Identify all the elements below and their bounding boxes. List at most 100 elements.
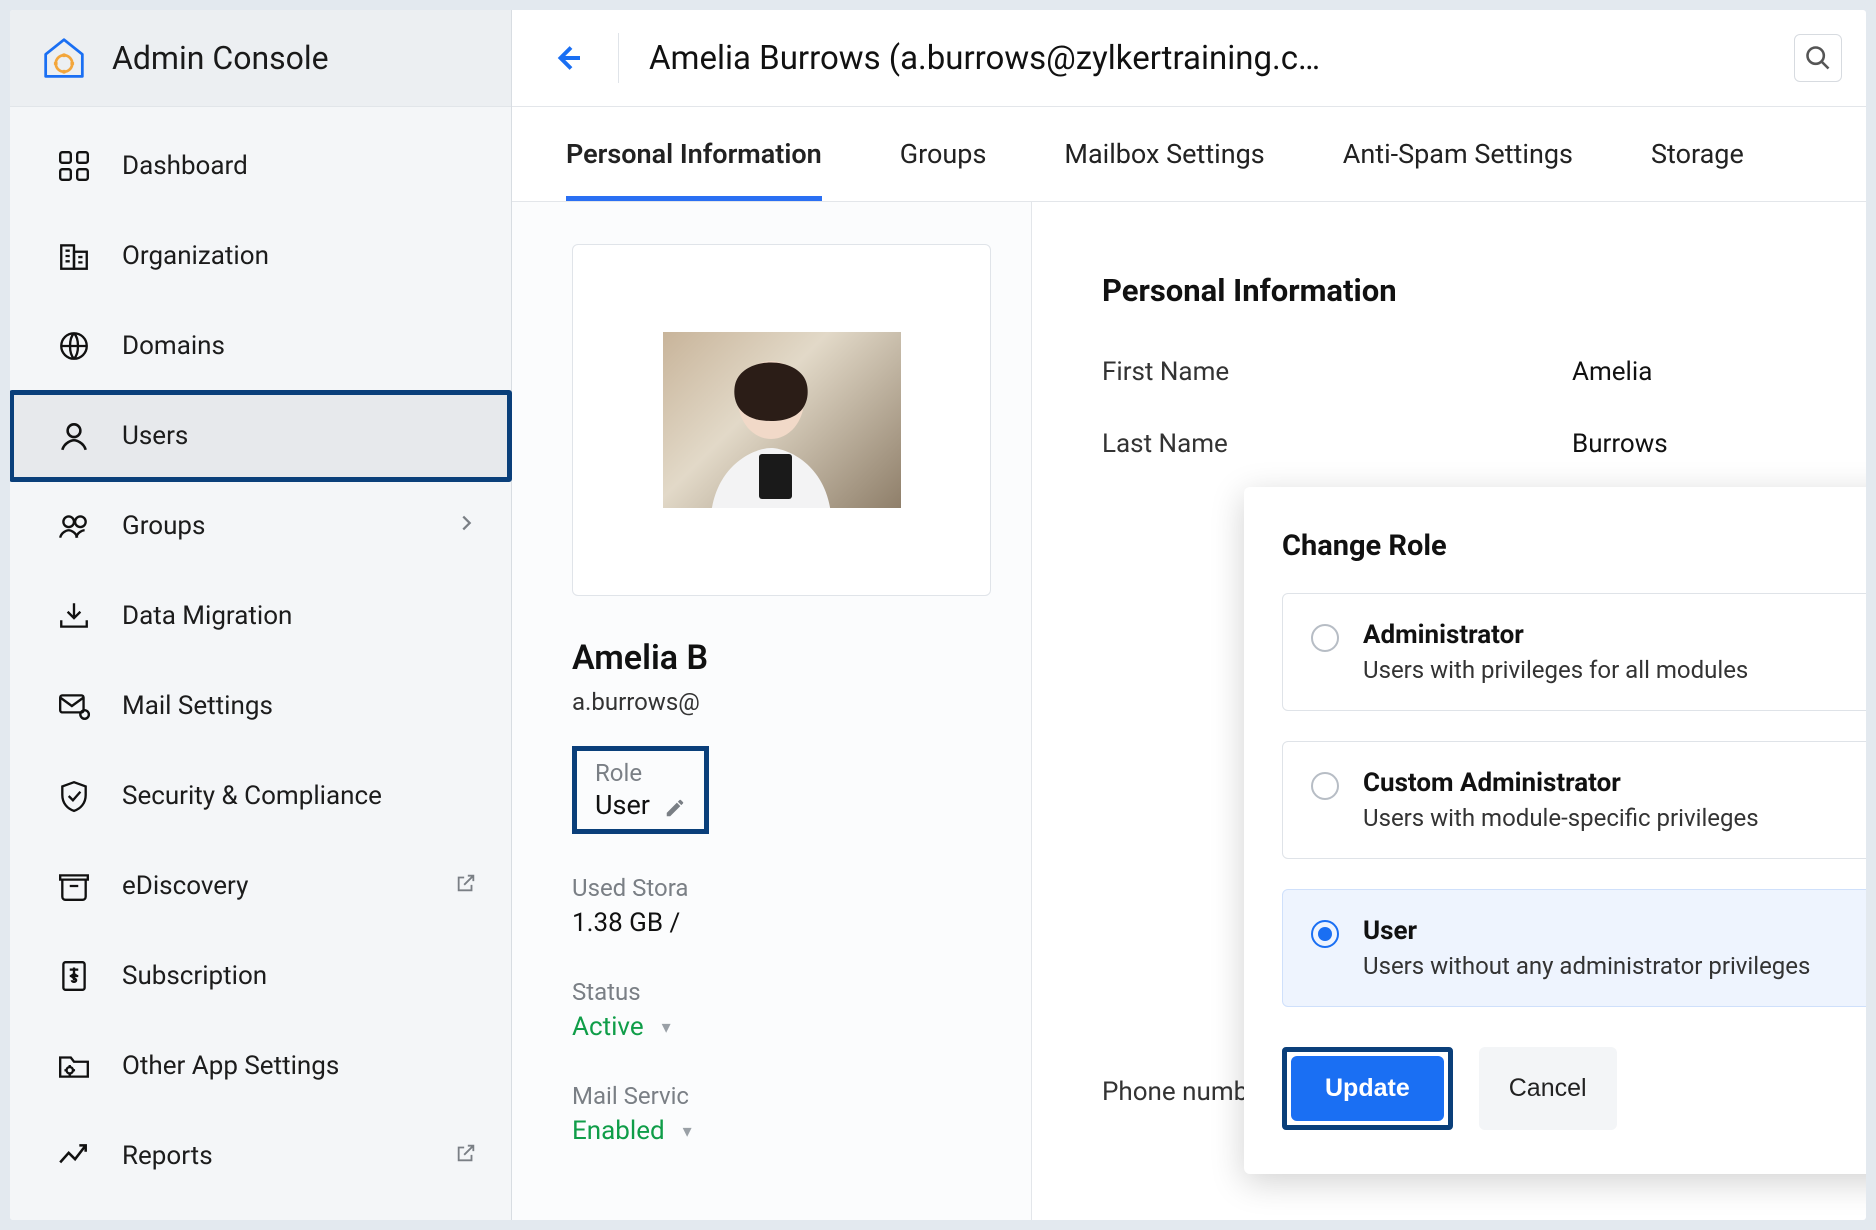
sidebar-item-domains[interactable]: Domains [10, 301, 511, 391]
sidebar-item-label: Reports [122, 1141, 213, 1171]
first-name-label: First Name [1102, 357, 1572, 387]
sidebar-nav: Dashboard Organization Domains [10, 107, 511, 1201]
trend-icon [54, 1136, 94, 1176]
mail-service-label: Mail Servic [572, 1082, 991, 1110]
app-logo-icon [42, 36, 86, 80]
tab-personal-information[interactable]: Personal Information [566, 138, 822, 201]
radio-icon [1311, 920, 1339, 948]
option-title: User [1363, 916, 1810, 946]
sidebar-item-users[interactable]: Users [10, 391, 511, 481]
status-block: Status Active ▾ [572, 978, 991, 1042]
open-external-icon [455, 871, 477, 901]
sidebar-item-label: Dashboard [122, 151, 248, 181]
option-desc: Users with privileges for all modules [1363, 656, 1748, 684]
sidebar-item-label: eDiscovery [122, 871, 248, 901]
download-tray-icon [54, 596, 94, 636]
section-title: Personal Information [1102, 272, 1826, 309]
radio-icon [1311, 772, 1339, 800]
mail-service-value-text: Enabled [572, 1116, 665, 1146]
topbar: Amelia Burrows (a.burrows@zylkertraining… [512, 10, 1866, 107]
role-option-user[interactable]: User Users without any administrator pri… [1282, 889, 1866, 1007]
status-value[interactable]: Active ▾ [572, 1012, 991, 1042]
used-storage-block: Used Stora 1.38 GB / [572, 874, 991, 938]
back-button[interactable] [548, 38, 588, 78]
sidebar-item-label: Users [122, 421, 188, 451]
globe-icon [54, 326, 94, 366]
sidebar-item-label: Data Migration [122, 601, 292, 631]
radio-icon [1311, 624, 1339, 652]
search-button[interactable] [1794, 34, 1842, 82]
sidebar-item-ediscovery[interactable]: eDiscovery [10, 841, 511, 931]
first-name-value: Amelia [1572, 357, 1652, 387]
option-desc: Users without any administrator privileg… [1363, 952, 1810, 980]
sidebar-item-label: Subscription [122, 961, 267, 991]
brand-row: Admin Console [10, 10, 511, 107]
tab-mailbox-settings[interactable]: Mailbox Settings [1064, 138, 1264, 201]
sidebar-item-label: Domains [122, 331, 225, 361]
used-storage-value: 1.38 GB / [572, 908, 991, 938]
sidebar-item-data-migration[interactable]: Data Migration [10, 571, 511, 661]
tab-groups[interactable]: Groups [900, 138, 987, 201]
sidebar-item-label: Security & Compliance [122, 781, 382, 811]
open-external-icon [455, 1141, 477, 1171]
role-block[interactable]: Role User [572, 746, 709, 834]
invoice-icon [54, 956, 94, 996]
main-area: Amelia Burrows (a.burrows@zylkertraining… [512, 10, 1866, 1220]
tabs: Personal Information Groups Mailbox Sett… [512, 107, 1866, 202]
status-value-text: Active [572, 1012, 644, 1042]
user-icon [54, 416, 94, 456]
role-option-administrator[interactable]: Administrator Users with privileges for … [1282, 593, 1866, 711]
info-row-first-name: First Name Amelia [1102, 357, 1826, 387]
groups-icon [54, 506, 94, 546]
sidebar-item-label: Mail Settings [122, 691, 273, 721]
chevron-right-icon [455, 511, 477, 541]
sidebar-item-subscription[interactable]: Subscription [10, 931, 511, 1021]
last-name-value: Burrows [1572, 429, 1668, 459]
sidebar-item-security[interactable]: Security & Compliance [10, 751, 511, 841]
info-row-last-name: Last Name Burrows [1102, 429, 1826, 459]
option-title: Custom Administrator [1363, 768, 1759, 798]
brand-title: Admin Console [112, 39, 329, 77]
role-label: Role [595, 759, 686, 787]
sidebar-item-mail-settings[interactable]: Mail Settings [10, 661, 511, 751]
update-button[interactable]: Update [1291, 1056, 1444, 1121]
sidebar-item-dashboard[interactable]: Dashboard [10, 121, 511, 211]
status-label: Status [572, 978, 991, 1006]
avatar-card [572, 244, 991, 596]
divider [618, 33, 619, 83]
sidebar-item-other-apps[interactable]: Other App Settings [10, 1021, 511, 1111]
cancel-button[interactable]: Cancel [1479, 1047, 1617, 1130]
chevron-down-icon: ▾ [662, 1017, 671, 1038]
mail-service-block: Mail Servic Enabled ▾ [572, 1082, 991, 1146]
tab-storage[interactable]: Storage [1651, 138, 1744, 201]
organization-icon [54, 236, 94, 276]
update-button-highlight: Update [1282, 1047, 1453, 1130]
role-value-text: User [595, 789, 650, 821]
profile-column: Amelia B a.burrows@ Role User Used Stora… [512, 202, 1032, 1220]
shield-check-icon [54, 776, 94, 816]
sidebar-item-groups[interactable]: Groups [10, 481, 511, 571]
used-storage-label: Used Stora [572, 874, 991, 902]
modal-title: Change Role [1282, 529, 1866, 563]
tab-anti-spam-settings[interactable]: Anti-Spam Settings [1343, 138, 1573, 201]
mail-service-value[interactable]: Enabled ▾ [572, 1116, 991, 1146]
sidebar: Admin Console Dashboard [10, 10, 512, 1220]
sidebar-item-label: Other App Settings [122, 1051, 339, 1081]
profile-email: a.burrows@ [572, 688, 991, 716]
role-value: User [595, 789, 686, 821]
edit-role-icon[interactable] [664, 794, 686, 816]
last-name-label: Last Name [1102, 429, 1572, 459]
role-option-custom-administrator[interactable]: Custom Administrator Users with module-s… [1282, 741, 1866, 859]
avatar-image [663, 332, 901, 508]
profile-name: Amelia B [572, 638, 991, 678]
option-desc: Users with module-specific privileges [1363, 804, 1759, 832]
sidebar-item-reports[interactable]: Reports [10, 1111, 511, 1201]
sidebar-item-organization[interactable]: Organization [10, 211, 511, 301]
mail-gear-icon [54, 686, 94, 726]
sidebar-item-label: Organization [122, 241, 269, 271]
archive-icon [54, 866, 94, 906]
option-title: Administrator [1363, 620, 1748, 650]
sidebar-item-label: Groups [122, 511, 205, 541]
folder-gear-icon [54, 1046, 94, 1086]
modal-actions: Update Cancel [1282, 1047, 1866, 1130]
